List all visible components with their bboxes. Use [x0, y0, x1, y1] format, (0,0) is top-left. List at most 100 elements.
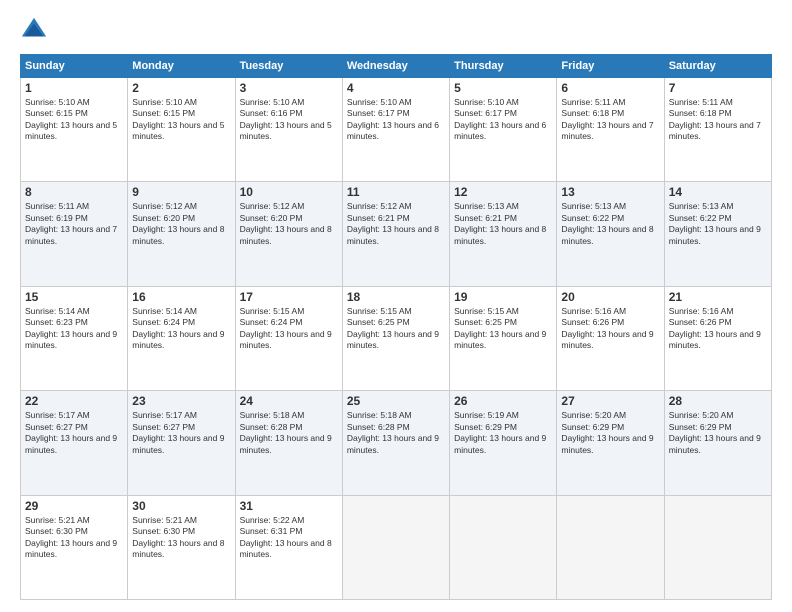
day-of-week-header: Monday [128, 55, 235, 78]
day-number: 13 [561, 185, 659, 199]
calendar-day-cell: 22 Sunrise: 5:17 AM Sunset: 6:27 PM Dayl… [21, 391, 128, 495]
day-number: 18 [347, 290, 445, 304]
day-info: Sunrise: 5:11 AM Sunset: 6:18 PM Dayligh… [669, 97, 767, 143]
day-number: 3 [240, 81, 338, 95]
day-number: 30 [132, 499, 230, 513]
day-number: 1 [25, 81, 123, 95]
day-info: Sunrise: 5:22 AM Sunset: 6:31 PM Dayligh… [240, 515, 338, 561]
day-of-week-header: Friday [557, 55, 664, 78]
day-info: Sunrise: 5:15 AM Sunset: 6:25 PM Dayligh… [347, 306, 445, 352]
calendar-table: SundayMondayTuesdayWednesdayThursdayFrid… [20, 54, 772, 600]
calendar-day-cell: 25 Sunrise: 5:18 AM Sunset: 6:28 PM Dayl… [342, 391, 449, 495]
day-of-week-header: Thursday [450, 55, 557, 78]
day-number: 24 [240, 394, 338, 408]
calendar-header-row: SundayMondayTuesdayWednesdayThursdayFrid… [21, 55, 772, 78]
day-number: 27 [561, 394, 659, 408]
day-number: 11 [347, 185, 445, 199]
day-info: Sunrise: 5:15 AM Sunset: 6:25 PM Dayligh… [454, 306, 552, 352]
day-info: Sunrise: 5:16 AM Sunset: 6:26 PM Dayligh… [561, 306, 659, 352]
day-number: 14 [669, 185, 767, 199]
calendar-day-cell: 5 Sunrise: 5:10 AM Sunset: 6:17 PM Dayli… [450, 78, 557, 182]
day-number: 19 [454, 290, 552, 304]
day-number: 15 [25, 290, 123, 304]
day-info: Sunrise: 5:10 AM Sunset: 6:17 PM Dayligh… [347, 97, 445, 143]
calendar-day-cell: 10 Sunrise: 5:12 AM Sunset: 6:20 PM Dayl… [235, 182, 342, 286]
day-number: 21 [669, 290, 767, 304]
calendar-day-cell [342, 495, 449, 599]
day-number: 16 [132, 290, 230, 304]
calendar-day-cell: 6 Sunrise: 5:11 AM Sunset: 6:18 PM Dayli… [557, 78, 664, 182]
calendar-day-cell: 1 Sunrise: 5:10 AM Sunset: 6:15 PM Dayli… [21, 78, 128, 182]
calendar-day-cell [664, 495, 771, 599]
calendar-day-cell: 8 Sunrise: 5:11 AM Sunset: 6:19 PM Dayli… [21, 182, 128, 286]
calendar-day-cell: 14 Sunrise: 5:13 AM Sunset: 6:22 PM Dayl… [664, 182, 771, 286]
day-info: Sunrise: 5:10 AM Sunset: 6:17 PM Dayligh… [454, 97, 552, 143]
day-number: 7 [669, 81, 767, 95]
day-info: Sunrise: 5:18 AM Sunset: 6:28 PM Dayligh… [240, 410, 338, 456]
calendar-day-cell [450, 495, 557, 599]
day-info: Sunrise: 5:14 AM Sunset: 6:24 PM Dayligh… [132, 306, 230, 352]
day-info: Sunrise: 5:18 AM Sunset: 6:28 PM Dayligh… [347, 410, 445, 456]
day-info: Sunrise: 5:12 AM Sunset: 6:21 PM Dayligh… [347, 201, 445, 247]
day-info: Sunrise: 5:17 AM Sunset: 6:27 PM Dayligh… [132, 410, 230, 456]
calendar-day-cell: 12 Sunrise: 5:13 AM Sunset: 6:21 PM Dayl… [450, 182, 557, 286]
day-number: 5 [454, 81, 552, 95]
day-info: Sunrise: 5:12 AM Sunset: 6:20 PM Dayligh… [132, 201, 230, 247]
calendar-day-cell: 2 Sunrise: 5:10 AM Sunset: 6:15 PM Dayli… [128, 78, 235, 182]
calendar-day-cell: 19 Sunrise: 5:15 AM Sunset: 6:25 PM Dayl… [450, 286, 557, 390]
calendar-day-cell: 20 Sunrise: 5:16 AM Sunset: 6:26 PM Dayl… [557, 286, 664, 390]
day-number: 20 [561, 290, 659, 304]
day-number: 25 [347, 394, 445, 408]
day-of-week-header: Wednesday [342, 55, 449, 78]
calendar-day-cell: 9 Sunrise: 5:12 AM Sunset: 6:20 PM Dayli… [128, 182, 235, 286]
day-number: 2 [132, 81, 230, 95]
day-number: 10 [240, 185, 338, 199]
day-info: Sunrise: 5:13 AM Sunset: 6:22 PM Dayligh… [669, 201, 767, 247]
day-info: Sunrise: 5:19 AM Sunset: 6:29 PM Dayligh… [454, 410, 552, 456]
calendar-week-row: 15 Sunrise: 5:14 AM Sunset: 6:23 PM Dayl… [21, 286, 772, 390]
day-info: Sunrise: 5:11 AM Sunset: 6:18 PM Dayligh… [561, 97, 659, 143]
calendar-day-cell: 11 Sunrise: 5:12 AM Sunset: 6:21 PM Dayl… [342, 182, 449, 286]
calendar-day-cell: 30 Sunrise: 5:21 AM Sunset: 6:30 PM Dayl… [128, 495, 235, 599]
calendar-day-cell: 26 Sunrise: 5:19 AM Sunset: 6:29 PM Dayl… [450, 391, 557, 495]
calendar-day-cell: 27 Sunrise: 5:20 AM Sunset: 6:29 PM Dayl… [557, 391, 664, 495]
calendar-day-cell: 24 Sunrise: 5:18 AM Sunset: 6:28 PM Dayl… [235, 391, 342, 495]
day-of-week-header: Tuesday [235, 55, 342, 78]
day-info: Sunrise: 5:12 AM Sunset: 6:20 PM Dayligh… [240, 201, 338, 247]
day-info: Sunrise: 5:14 AM Sunset: 6:23 PM Dayligh… [25, 306, 123, 352]
calendar-day-cell: 16 Sunrise: 5:14 AM Sunset: 6:24 PM Dayl… [128, 286, 235, 390]
day-number: 17 [240, 290, 338, 304]
calendar-week-row: 22 Sunrise: 5:17 AM Sunset: 6:27 PM Dayl… [21, 391, 772, 495]
day-info: Sunrise: 5:13 AM Sunset: 6:22 PM Dayligh… [561, 201, 659, 247]
day-info: Sunrise: 5:10 AM Sunset: 6:15 PM Dayligh… [25, 97, 123, 143]
calendar-day-cell: 7 Sunrise: 5:11 AM Sunset: 6:18 PM Dayli… [664, 78, 771, 182]
day-number: 6 [561, 81, 659, 95]
day-info: Sunrise: 5:17 AM Sunset: 6:27 PM Dayligh… [25, 410, 123, 456]
day-number: 26 [454, 394, 552, 408]
day-info: Sunrise: 5:10 AM Sunset: 6:16 PM Dayligh… [240, 97, 338, 143]
calendar-day-cell: 23 Sunrise: 5:17 AM Sunset: 6:27 PM Dayl… [128, 391, 235, 495]
day-number: 4 [347, 81, 445, 95]
day-number: 8 [25, 185, 123, 199]
calendar-day-cell: 18 Sunrise: 5:15 AM Sunset: 6:25 PM Dayl… [342, 286, 449, 390]
day-number: 31 [240, 499, 338, 513]
day-number: 9 [132, 185, 230, 199]
calendar-day-cell: 31 Sunrise: 5:22 AM Sunset: 6:31 PM Dayl… [235, 495, 342, 599]
calendar-day-cell: 15 Sunrise: 5:14 AM Sunset: 6:23 PM Dayl… [21, 286, 128, 390]
day-info: Sunrise: 5:20 AM Sunset: 6:29 PM Dayligh… [561, 410, 659, 456]
day-number: 22 [25, 394, 123, 408]
calendar-week-row: 8 Sunrise: 5:11 AM Sunset: 6:19 PM Dayli… [21, 182, 772, 286]
day-info: Sunrise: 5:21 AM Sunset: 6:30 PM Dayligh… [132, 515, 230, 561]
day-info: Sunrise: 5:21 AM Sunset: 6:30 PM Dayligh… [25, 515, 123, 561]
day-of-week-header: Saturday [664, 55, 771, 78]
calendar-day-cell: 4 Sunrise: 5:10 AM Sunset: 6:17 PM Dayli… [342, 78, 449, 182]
calendar-day-cell: 29 Sunrise: 5:21 AM Sunset: 6:30 PM Dayl… [21, 495, 128, 599]
day-number: 23 [132, 394, 230, 408]
day-info: Sunrise: 5:10 AM Sunset: 6:15 PM Dayligh… [132, 97, 230, 143]
calendar-day-cell: 3 Sunrise: 5:10 AM Sunset: 6:16 PM Dayli… [235, 78, 342, 182]
calendar-week-row: 29 Sunrise: 5:21 AM Sunset: 6:30 PM Dayl… [21, 495, 772, 599]
calendar-day-cell [557, 495, 664, 599]
header [20, 16, 772, 44]
day-info: Sunrise: 5:13 AM Sunset: 6:21 PM Dayligh… [454, 201, 552, 247]
day-number: 29 [25, 499, 123, 513]
